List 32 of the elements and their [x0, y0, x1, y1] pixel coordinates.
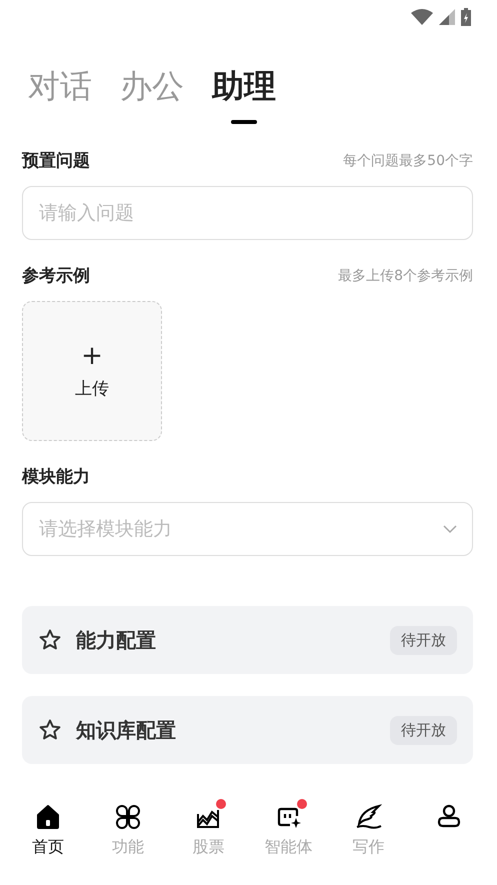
config-title: 能力配置 [76, 626, 157, 654]
nav-item[interactable]: 首页 [13, 791, 84, 871]
tab[interactable]: 对话 [28, 62, 92, 124]
section-title: 参考示例 [22, 265, 90, 287]
person-icon [436, 804, 462, 830]
nav-item[interactable]: 功能 [93, 791, 164, 871]
nav-item[interactable]: 写作 [334, 791, 404, 871]
nav-item[interactable]: 智能体 [254, 791, 324, 871]
star-icon [38, 628, 62, 652]
question-input[interactable]: 请输入问题 [22, 186, 473, 240]
grid-icon [115, 804, 142, 830]
config-title: 知识库配置 [76, 716, 177, 744]
nav-item[interactable]: 股票 [173, 791, 244, 871]
battery-icon [461, 8, 471, 26]
status-badge: 待开放 [390, 626, 457, 654]
hint-text: 每个问题最多50个字 [343, 152, 473, 170]
signal-icon [439, 9, 455, 25]
section-title: 预置问题 [22, 150, 90, 172]
section-title: 模块能力 [22, 466, 90, 488]
status-badge: 待开放 [390, 716, 457, 744]
config-card[interactable]: 知识库配置 待开放 [22, 696, 473, 764]
tab[interactable]: 办公 [120, 62, 184, 124]
star-icon [38, 718, 62, 742]
module-select[interactable]: 请选择模块能力 [22, 502, 473, 556]
chevron-down-icon [442, 524, 458, 534]
tab[interactable]: 助理 [212, 62, 276, 124]
config-card[interactable]: 能力配置 待开放 [22, 606, 473, 674]
quill-icon [354, 804, 383, 830]
home-icon [35, 804, 62, 830]
upload-button[interactable]: + 上传 [22, 301, 162, 441]
wifi-icon [411, 9, 433, 25]
hint-text: 最多上传8个参考示例 [338, 266, 473, 284]
